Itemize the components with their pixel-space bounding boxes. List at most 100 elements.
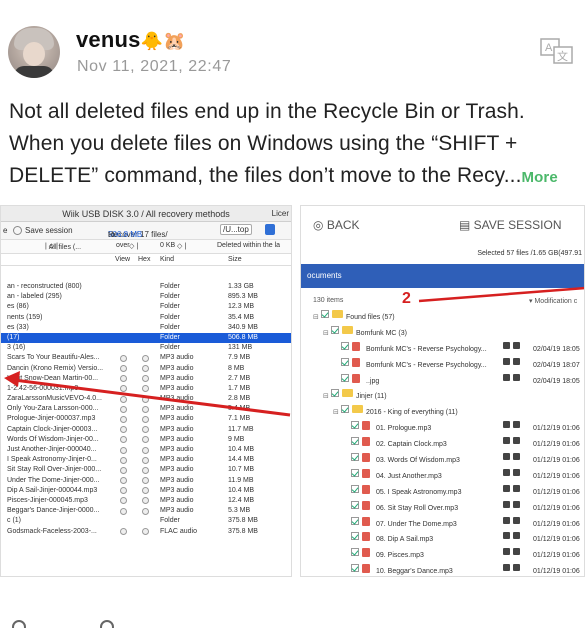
hex-icon[interactable] — [142, 415, 149, 423]
table-row[interactable]: 3 (16) Folder 131 MB — [1, 343, 291, 353]
size-value[interactable]: 0 KB — [160, 242, 175, 249]
preview-icon[interactable] — [120, 507, 127, 515]
table-row[interactable]: Let it Snow-Dean Martin-00... MP3 audio 2.… — [1, 374, 291, 384]
hex-icon[interactable] — [142, 477, 149, 485]
table-row[interactable]: es (86) Folder 12.3 MB — [1, 302, 291, 312]
hex-icon[interactable] — [142, 528, 149, 535]
table-row[interactable]: Captain Clock-Jinjer-00003... MP3 audio 11… — [1, 425, 291, 435]
file-name: I Speak Astronomy-Jinjer-0... — [7, 456, 97, 464]
username[interactable]: venus🐥🐹 — [76, 27, 186, 53]
table-row[interactable]: an - labeled (295) Folder 895.3 MB — [1, 292, 291, 302]
table-row[interactable]: Sit Stay Roll Over-Jinjer-000... MP3 audi… — [1, 465, 291, 475]
preview-icon[interactable] — [120, 395, 127, 403]
post-line: When you delete files on Windows using t… — [9, 132, 518, 155]
file-size: 9 MB — [228, 435, 245, 443]
like-icon[interactable] — [12, 620, 26, 628]
hex-icon[interactable] — [142, 446, 149, 454]
table-row[interactable]: Scars To Your Beautifu-Ales... MP3 audio 7… — [1, 353, 291, 363]
hex-icon[interactable] — [142, 354, 149, 362]
hex-icon[interactable] — [142, 426, 149, 434]
preview-icon[interactable] — [120, 375, 127, 383]
table-row[interactable]: ZaraLarssonMusicVEVO-4.0... MP3 audio 2.8 … — [1, 394, 291, 404]
hex-icon[interactable] — [142, 497, 149, 505]
table-row[interactable]: an - reconstructed (800) Folder 1.33 GB — [1, 282, 291, 292]
hex-icon[interactable] — [142, 436, 149, 444]
file-size: 7.1 MB — [228, 415, 251, 423]
translate-icon[interactable]: A 文 — [540, 38, 574, 64]
file-name: es (86) — [7, 303, 29, 311]
hex-icon[interactable] — [142, 405, 149, 413]
preview-icon[interactable] — [120, 446, 127, 454]
preview-icon[interactable] — [120, 497, 127, 505]
preview-icon[interactable] — [120, 528, 127, 535]
table-row[interactable]: nents (159) Folder 35.4 MB — [1, 313, 291, 323]
col-view[interactable]: View — [115, 256, 130, 263]
preview-icon[interactable] — [120, 405, 127, 413]
file-name: es (33) — [7, 323, 29, 331]
post-line-last: DELETE” command, the files don’t move to… — [9, 164, 558, 187]
left-screenshot-image[interactable]: Wiik USB DISK 3.0 / All recovery methods… — [0, 205, 292, 577]
file-kind: Folder — [160, 517, 180, 525]
preview-icon[interactable] — [120, 466, 127, 474]
preview-icon[interactable] — [120, 436, 127, 444]
more-link[interactable]: More — [522, 169, 558, 186]
file-name: Godsmack-Faceless-2003-... — [7, 527, 97, 535]
hex-icon[interactable] — [142, 507, 149, 515]
table-row[interactable]: Only You-Zara Larsson-000... MP3 audio 5.4… — [1, 404, 291, 414]
file-size: 895.3 MB — [228, 293, 258, 301]
file-name: Scars To Your Beautifu-Ales... — [7, 354, 100, 362]
table-row[interactable]: Just Another-Jinjer-000040... MP3 audio 10… — [1, 445, 291, 455]
preview-icon[interactable] — [120, 385, 127, 393]
preview-icon[interactable] — [120, 456, 127, 464]
save-session-button[interactable]: Save session — [25, 226, 73, 235]
right-screenshot-image[interactable]: ◎ BACK ▤ SAVE SESSION Selected 57 files … — [300, 205, 585, 577]
hex-icon[interactable] — [142, 456, 149, 464]
hex-icon[interactable] — [142, 365, 149, 372]
hex-icon[interactable] — [142, 385, 149, 393]
table-row[interactable]: Pisces-Jinjer-000045.mp3 MP3 audio 12.4 MB — [1, 496, 291, 506]
destination-select[interactable]: /U...top — [220, 224, 252, 235]
preview-icon[interactable] — [120, 365, 127, 372]
table-row[interactable]: Words Of Wisdom-Jinjer-00... MP3 audio 9 M… — [1, 435, 291, 445]
file-name: an - reconstructed (800) — [7, 283, 82, 290]
annotation-number: 2 — [402, 290, 411, 307]
col-kind[interactable]: Kind — [160, 256, 174, 263]
table-row[interactable]: Godsmack-Faceless-2003-... FLAC audio 375.… — [1, 527, 291, 537]
col-size[interactable]: Size — [228, 256, 242, 263]
table-row[interactable]: Dancin (Krono Remix) Versio... MP3 audio 8… — [1, 364, 291, 374]
file-type-filter[interactable]: | All files (... ◇ | — [45, 242, 81, 251]
file-kind: MP3 audio — [160, 486, 194, 494]
file-size: 340.9 MB — [228, 323, 258, 331]
info-icon: e — [3, 226, 8, 235]
table-row[interactable]: Beggar's Dance-Jinjer-0000... MP3 audio 5.… — [1, 506, 291, 516]
preview-icon[interactable] — [120, 426, 127, 434]
file-name: c (1) — [7, 517, 21, 525]
hex-icon[interactable] — [142, 466, 149, 474]
table-row[interactable]: Prologue-Jinjer-000037.mp3 MP3 audio 7.1 M… — [1, 414, 291, 424]
table-row[interactable]: I Speak Astronomy-Jinjer-0... MP3 audio 14… — [1, 455, 291, 465]
preview-icon[interactable] — [120, 477, 127, 485]
table-row[interactable]: (17) Folder 506.8 MB — [1, 332, 291, 344]
file-name: Captain Clock-Jinjer-00003... — [7, 425, 98, 433]
avatar[interactable] — [8, 26, 60, 78]
file-name: 1-2.42-56-000031.mp3 — [7, 384, 79, 392]
size-condition-filter[interactable]: over — [116, 242, 130, 249]
table-row[interactable]: c (1) Folder 375.8 MB — [1, 516, 291, 526]
comment-icon[interactable] — [100, 620, 114, 628]
table-row[interactable]: Under The Dome-Jinjer-000... MP3 audio 11.… — [1, 476, 291, 486]
hex-icon[interactable] — [142, 487, 149, 495]
preview-icon[interactable] — [120, 415, 127, 423]
hex-icon[interactable] — [142, 395, 149, 403]
file-size: 1.33 GB — [228, 283, 254, 290]
preview-icon[interactable] — [120, 487, 127, 495]
left-title-bar: Wiik USB DISK 3.0 / All recovery methods… — [1, 206, 291, 222]
table-row[interactable]: es (33) Folder 340.9 MB — [1, 323, 291, 333]
preview-icon[interactable] — [120, 354, 127, 362]
hex-icon[interactable] — [142, 375, 149, 383]
file-kind: MP3 audio — [160, 435, 194, 443]
table-row[interactable]: 1-2.42-56-000031.mp3 MP3 audio 1.7 MB — [1, 384, 291, 394]
col-hex[interactable]: Hex — [138, 256, 150, 263]
deleted-filter[interactable]: Deleted within the la — [217, 242, 280, 249]
table-row[interactable]: Dip A Sail-Jinjer-000044.mp3 MP3 audio 10.… — [1, 486, 291, 496]
file-kind: MP3 audio — [160, 395, 194, 403]
